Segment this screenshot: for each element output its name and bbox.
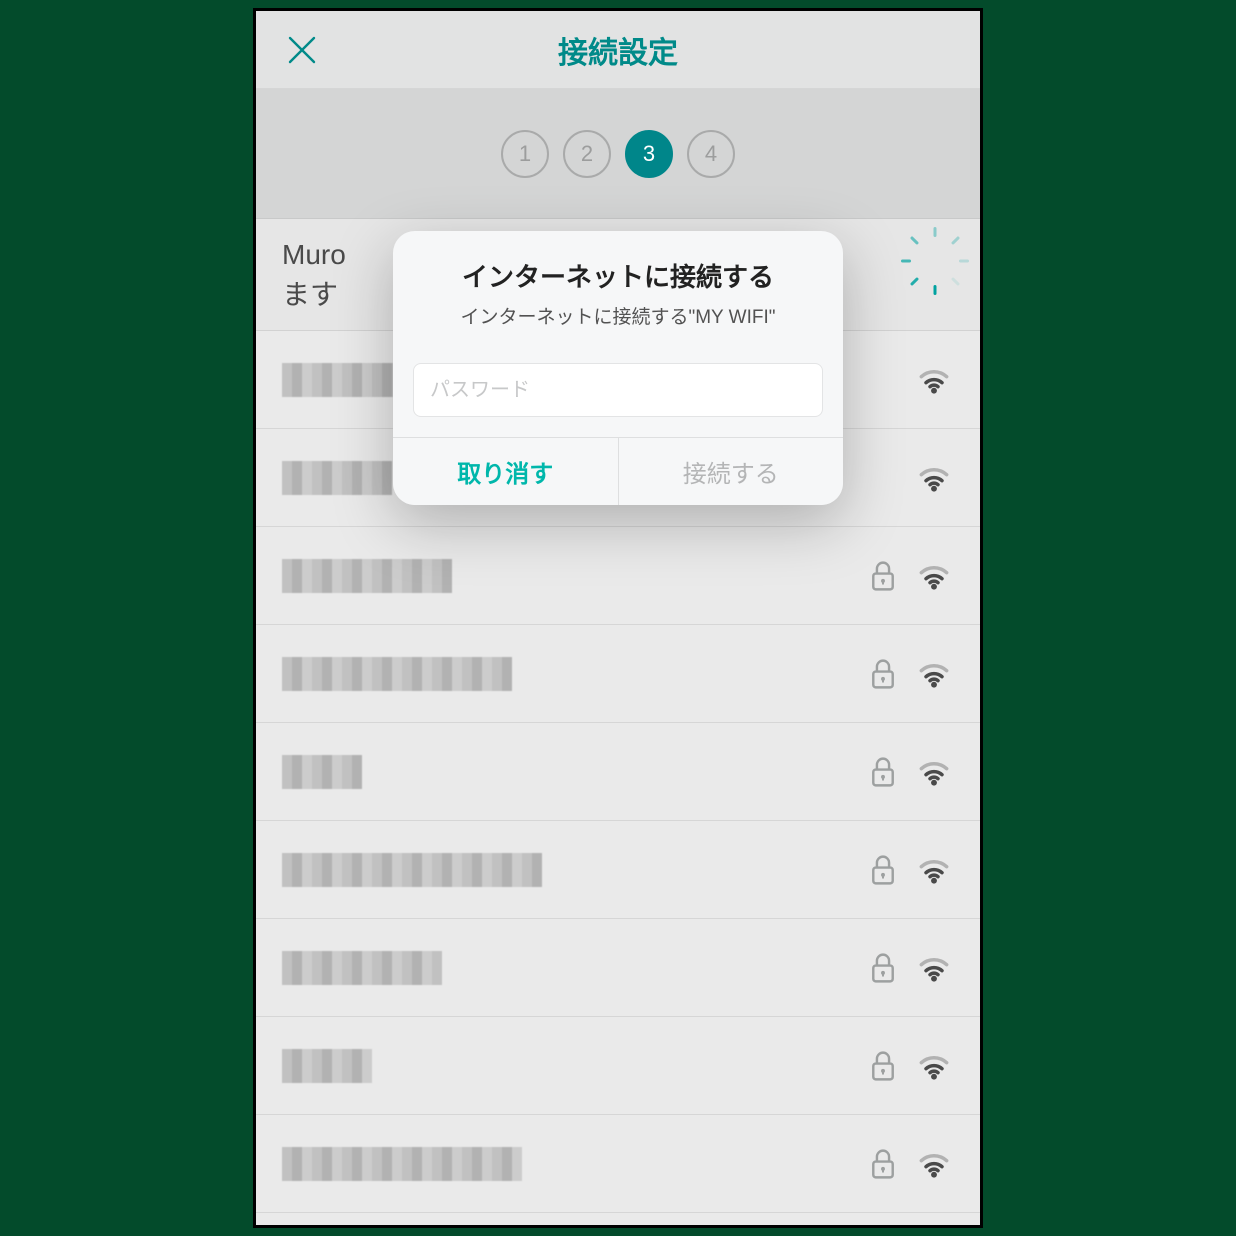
wifi-network-row[interactable] (256, 1213, 980, 1228)
wifi-network-name (282, 852, 852, 888)
wifi-network-row[interactable] (256, 625, 980, 723)
wifi-signal-icon (914, 364, 954, 396)
wifi-signal-icon (914, 1148, 954, 1180)
header-bar: 接続設定 (256, 11, 980, 89)
lock-icon (868, 951, 898, 985)
wifi-network-row[interactable] (256, 919, 980, 1017)
wifi-network-name (282, 1146, 852, 1182)
wifi-network-name (282, 950, 852, 986)
lock-icon (868, 559, 898, 593)
lock-icon (868, 657, 898, 691)
app-screen: 接続設定 1 2 3 4 Muro ます (253, 8, 983, 1228)
loading-spinner-icon (916, 256, 954, 294)
wifi-network-name (282, 754, 852, 790)
step-2: 2 (563, 130, 611, 178)
cancel-button[interactable]: 取り消す (393, 438, 618, 505)
instruction-line1: Muro (282, 239, 346, 270)
step-3: 3 (625, 130, 673, 178)
wifi-network-row[interactable] (256, 821, 980, 919)
wifi-network-row[interactable] (256, 527, 980, 625)
wifi-signal-icon (914, 1050, 954, 1082)
wifi-signal-icon (914, 854, 954, 886)
wifi-signal-icon (914, 462, 954, 494)
wifi-network-row[interactable] (256, 723, 980, 821)
page-title: 接続設定 (558, 28, 678, 72)
close-icon (284, 32, 320, 68)
wifi-signal-icon (914, 952, 954, 984)
wifi-network-row[interactable] (256, 1017, 980, 1115)
wifi-signal-icon (914, 658, 954, 690)
lock-icon (868, 853, 898, 887)
dialog-subtitle: インターネットに接続する"MY WIFI" (415, 302, 821, 329)
dialog-button-row: 取り消す 接続する (393, 437, 843, 505)
wifi-network-row[interactable] (256, 1115, 980, 1213)
step-indicator: 1 2 3 4 (256, 89, 980, 219)
lock-icon (868, 1147, 898, 1181)
password-input[interactable] (413, 363, 823, 417)
connect-dialog: インターネットに接続する インターネットに接続する"MY WIFI" 取り消す … (393, 231, 843, 505)
dialog-input-wrap (393, 349, 843, 437)
wifi-signal-icon (914, 560, 954, 592)
dialog-title: インターネットに接続する (415, 257, 821, 294)
wifi-network-name (282, 1048, 852, 1084)
step-4: 4 (687, 130, 735, 178)
close-button[interactable] (280, 28, 324, 72)
lock-icon (868, 1049, 898, 1083)
connect-button[interactable]: 接続する (618, 438, 844, 505)
lock-icon (868, 755, 898, 789)
wifi-signal-icon (914, 756, 954, 788)
dialog-body: インターネットに接続する インターネットに接続する"MY WIFI" (393, 231, 843, 349)
wifi-network-name (282, 656, 852, 692)
step-1: 1 (501, 130, 549, 178)
wifi-network-name (282, 558, 852, 594)
instruction-line2: ます (282, 279, 338, 310)
